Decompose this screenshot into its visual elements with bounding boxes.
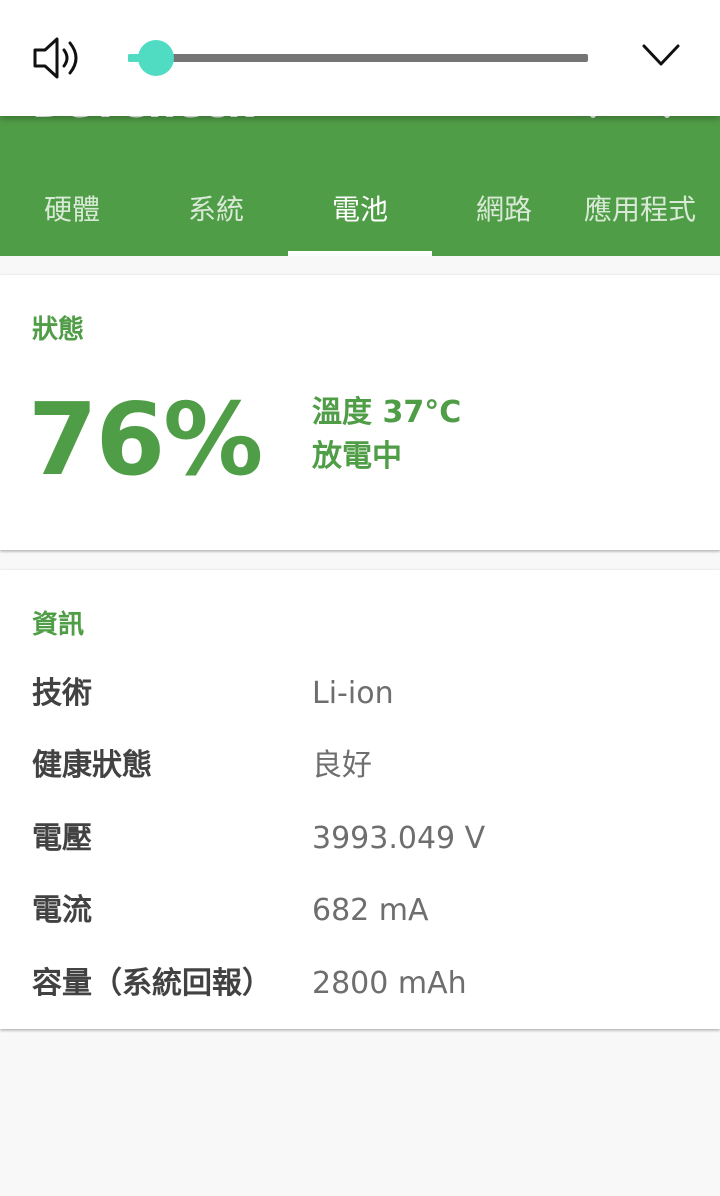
info-card: 資訊 技術 Li-ion 健康狀態 良好 電壓 3993.049 V 電流 68… bbox=[0, 570, 720, 1029]
info-value: 682 mA bbox=[312, 893, 429, 928]
tab-network[interactable]: 網路 bbox=[432, 164, 576, 256]
info-row-current: 電流 682 mA bbox=[0, 875, 720, 947]
info-label: 健康狀態 bbox=[32, 748, 152, 783]
tab-apps[interactable]: 應用程式 bbox=[584, 164, 720, 256]
volume-slider-thumb[interactable] bbox=[138, 40, 174, 76]
info-value: 3993.049 V bbox=[312, 821, 486, 856]
info-label: 電壓 bbox=[32, 821, 92, 856]
info-label: 技術 bbox=[32, 676, 92, 711]
status-card-header: 狀態 bbox=[32, 315, 85, 345]
status-card: 狀態 76% 溫度 37°C 放電中 bbox=[0, 275, 720, 550]
volume-panel bbox=[0, 0, 720, 116]
volume-slider-track bbox=[128, 54, 588, 62]
info-row-health: 健康狀態 良好 bbox=[0, 730, 720, 802]
volume-slider[interactable] bbox=[128, 38, 588, 78]
chevron-down-icon[interactable] bbox=[636, 36, 686, 76]
info-label: 容量（系統回報） bbox=[32, 966, 272, 1001]
tab-battery[interactable]: 電池 bbox=[288, 164, 432, 256]
info-row-technology: 技術 Li-ion bbox=[0, 658, 720, 730]
tab-hardware[interactable]: 硬體 bbox=[0, 164, 144, 256]
active-tab-indicator bbox=[288, 251, 432, 256]
info-row-voltage: 電壓 3993.049 V bbox=[0, 803, 720, 875]
info-value: 2800 mAh bbox=[312, 966, 467, 1001]
charging-state: 放電中 bbox=[312, 439, 402, 474]
tab-bar: 硬體 系統 電池 網路 應用程式 bbox=[0, 164, 720, 256]
battery-temperature: 溫度 37°C bbox=[312, 395, 462, 430]
info-card-header: 資訊 bbox=[32, 610, 85, 640]
info-value: Li-ion bbox=[312, 676, 394, 711]
info-value: 良好 bbox=[312, 748, 372, 783]
info-label: 電流 bbox=[32, 893, 92, 928]
tab-system[interactable]: 系統 bbox=[144, 164, 288, 256]
speaker-icon[interactable] bbox=[30, 34, 86, 82]
battery-level: 76% bbox=[28, 381, 263, 498]
info-row-capacity: 容量（系統回報） 2800 mAh bbox=[0, 948, 720, 1020]
